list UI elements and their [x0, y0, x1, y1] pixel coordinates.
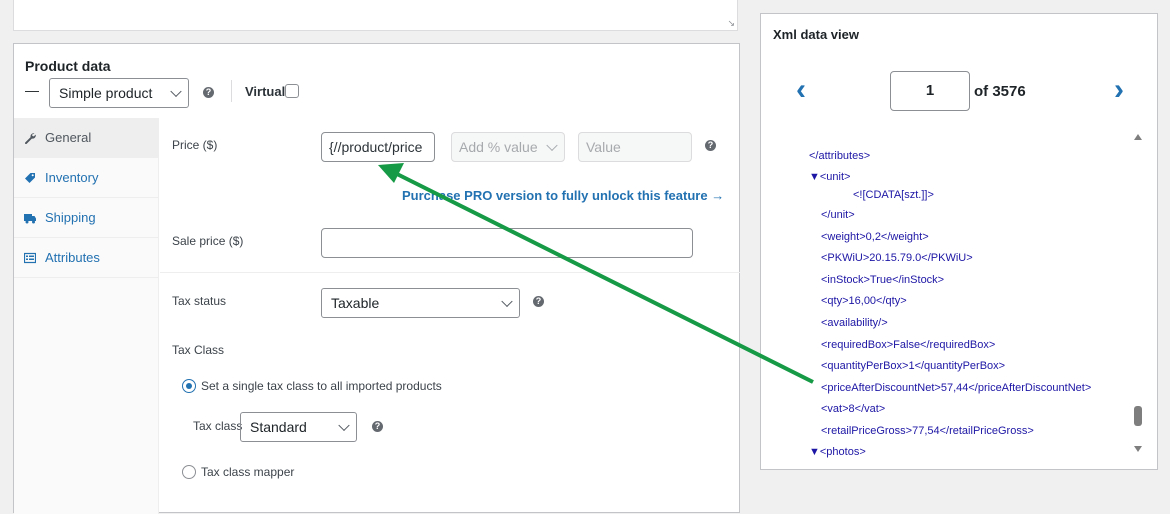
- xml-tag: <requiredBox>False</requiredBox>: [821, 339, 996, 351]
- tab-inventory[interactable]: Inventory: [14, 158, 158, 198]
- resize-grip-icon[interactable]: ↘: [725, 18, 735, 28]
- help-icon[interactable]: ?: [705, 140, 716, 151]
- xml-line: </unit>: [821, 209, 855, 221]
- price-input[interactable]: {//product/price: [321, 132, 435, 162]
- xml-tag: <priceAfterDiscountNet>57,44</priceAfter…: [821, 382, 1092, 394]
- description-textarea[interactable]: ↘: [13, 0, 738, 31]
- divider: [160, 272, 740, 273]
- scrollbar[interactable]: [1132, 132, 1144, 454]
- xml-line: <priceAfterDiscountNet>57,44</priceAfter…: [821, 382, 1091, 394]
- product-data-panel: Product data — Simple product ? Virtual …: [13, 43, 740, 514]
- xml-tag: <PKWiU>20.15.79.0</PKWiU>: [821, 252, 973, 264]
- add-percent-select[interactable]: Add % value: [451, 132, 565, 162]
- xml-tag: </unit>: [821, 209, 855, 221]
- virtual-label: Virtual: [245, 84, 286, 99]
- xml-tag: <weight>0,2</weight>: [821, 231, 929, 243]
- tax-status-value[interactable]: Taxable: [321, 288, 520, 318]
- xml-tag: <availability/>: [821, 317, 888, 329]
- tax-class-label: Tax class: [193, 419, 243, 433]
- page-count: of 3576: [974, 83, 1026, 100]
- xml-tag: </attributes>: [809, 150, 871, 162]
- page-number-input[interactable]: 1: [890, 71, 970, 111]
- xml-tree[interactable]: </attributes> ▼<unit> <![CDATA[szt.]]> <…: [761, 144, 1136, 458]
- truck-icon: [24, 212, 36, 224]
- xml-line: <vat>8</vat>: [821, 403, 885, 415]
- product-data-tabs: General Inventory Shipping Attributes: [14, 118, 159, 514]
- xml-tag: <inStock>True</inStock>: [821, 274, 945, 286]
- chevron-left-icon[interactable]: ‹: [789, 75, 813, 105]
- tab-label: Shipping: [45, 210, 96, 225]
- purchase-pro-link[interactable]: Purchase PRO version to fully unlock thi…: [402, 188, 724, 203]
- tab-label: Attributes: [45, 250, 100, 265]
- product-type-value[interactable]: Simple product: [49, 78, 189, 108]
- xml-tag: <qty>16,00</qty>: [821, 295, 907, 307]
- xml-line: <weight>0,2</weight>: [821, 231, 929, 243]
- xml-line: </attributes>: [809, 150, 870, 162]
- tab-general[interactable]: General: [14, 118, 158, 158]
- help-icon[interactable]: ?: [372, 421, 383, 432]
- title-dash: —: [25, 82, 39, 98]
- xml-line: <requiredBox>False</requiredBox>: [821, 339, 995, 351]
- virtual-checkbox[interactable]: [285, 84, 299, 98]
- xml-tag: ▼<unit>: [809, 171, 851, 183]
- tab-label: Inventory: [45, 170, 99, 185]
- scroll-thumb[interactable]: [1134, 406, 1142, 426]
- xml-line: <qty>16,00</qty>: [821, 295, 907, 307]
- wrench-icon: [24, 132, 36, 144]
- panel-title: Product data: [25, 58, 111, 74]
- tab-shipping[interactable]: Shipping: [14, 198, 158, 238]
- product-type-select[interactable]: Simple product: [49, 78, 189, 108]
- tab-label: General: [45, 130, 92, 145]
- chevron-right-icon[interactable]: ›: [1107, 75, 1131, 105]
- sale-price-input[interactable]: [321, 228, 693, 258]
- xml-line: <retailPriceGross>77,54</retailPriceGros…: [821, 425, 1034, 437]
- help-icon[interactable]: ?: [533, 296, 544, 307]
- radio-single-label: Set a single tax class to all imported p…: [201, 379, 442, 393]
- divider: [231, 80, 232, 102]
- xml-tag: <retailPriceGross>77,54</retailPriceGros…: [821, 425, 1034, 437]
- xml-cdata: <![CDATA[szt.]]>: [853, 189, 934, 201]
- radio-single-tax-class[interactable]: [182, 379, 196, 393]
- scroll-up-icon[interactable]: [1134, 134, 1142, 140]
- radio-tax-class-mapper[interactable]: [182, 465, 196, 479]
- sale-price-label: Sale price ($): [172, 234, 244, 248]
- xml-data-view-panel: Xml data view ‹ 1 of 3576 › </attributes…: [760, 13, 1158, 470]
- xml-line: <inStock>True</inStock>: [821, 274, 944, 286]
- xml-line: <![CDATA[szt.]]>: [853, 189, 934, 201]
- xml-line[interactable]: ▼<photos>: [809, 446, 866, 458]
- xml-line: <availability/>: [821, 317, 888, 329]
- radio-mapper-label: Tax class mapper: [201, 465, 295, 479]
- tax-class-select[interactable]: Standard: [240, 412, 357, 442]
- tax-status-select[interactable]: Taxable: [321, 288, 520, 318]
- xml-line[interactable]: ▼<unit>: [809, 171, 850, 183]
- xml-tag: <quantityPerBox>1</quantityPerBox>: [821, 360, 1006, 372]
- scroll-down-icon[interactable]: [1134, 446, 1142, 452]
- help-icon[interactable]: ?: [203, 87, 214, 98]
- tab-attributes[interactable]: Attributes: [14, 238, 158, 278]
- add-percent-value[interactable]: Add % value: [451, 132, 565, 162]
- list-icon: [24, 252, 36, 264]
- xml-line: <PKWiU>20.15.79.0</PKWiU>: [821, 252, 973, 264]
- xml-tag: <vat>8</vat>: [821, 403, 886, 415]
- tax-class-value[interactable]: Standard: [240, 412, 357, 442]
- price-label: Price ($): [172, 138, 218, 152]
- tag-icon: [24, 172, 36, 184]
- xml-line: <quantityPerBox>1</quantityPerBox>: [821, 360, 1005, 372]
- xml-tag: ▼<photos>: [809, 446, 866, 458]
- tax-status-label: Tax status: [172, 294, 227, 308]
- tax-class-heading: Tax Class: [172, 343, 225, 357]
- xml-panel-title: Xml data view: [773, 27, 859, 42]
- value-input[interactable]: Value: [578, 132, 692, 162]
